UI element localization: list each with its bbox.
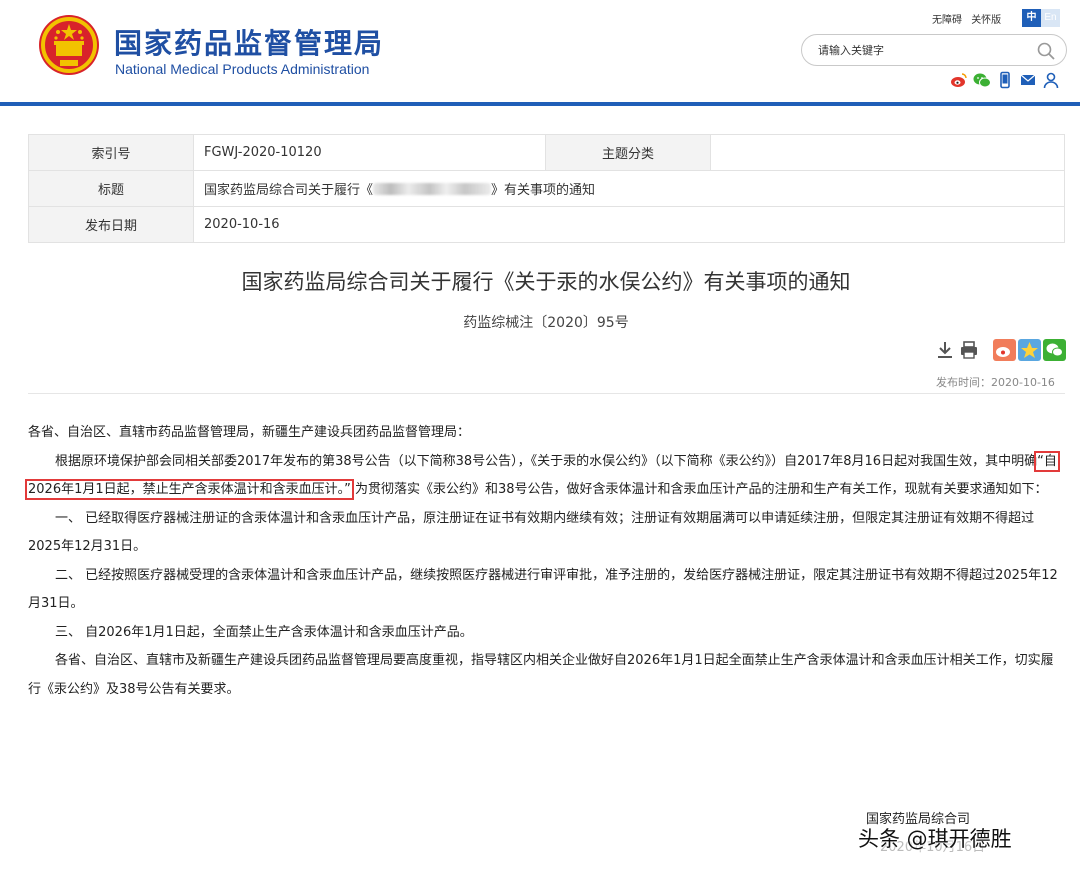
paragraph-1-start: 根据原环境保护部会同相关部委2017年发布的第38号公告（以下简称38号公告），…: [55, 453, 1038, 469]
table-row: 标题 国家药监局综合司关于履行《 》有关事项的通知: [28, 170, 1065, 207]
org-name-cn[interactable]: 国家药品监督管理局: [114, 22, 384, 62]
share-weibo-icon[interactable]: [993, 339, 1016, 361]
top-links: 无障碍 关怀版: [932, 11, 1007, 26]
list-item: 一、 已经取得医疗器械注册证的含汞体温计和含汞血压计产品，原注册证在证书有效期内…: [28, 510, 1035, 555]
share-qzone-icon[interactable]: [1018, 339, 1041, 361]
national-emblem-icon: [39, 15, 99, 75]
care-version-link[interactable]: 关怀版: [971, 15, 1001, 26]
publish-time: 发布时间：2020-10-16: [936, 376, 1055, 389]
site-header: 国家药品监督管理局 National Medical Products Admi…: [0, 0, 1080, 102]
document-meta-table: 索引号 FGWJ-2020-10120 主题分类 标题 国家药监局综合司关于履行…: [28, 134, 1065, 243]
user-icon[interactable]: [1042, 71, 1060, 89]
date-label: 发布日期: [28, 206, 194, 243]
wechat-icon[interactable]: [973, 71, 991, 89]
index-value: FGWJ-2020-10120: [193, 134, 546, 171]
share-wechat-icon[interactable]: [1043, 339, 1066, 361]
download-icon[interactable]: [935, 340, 955, 360]
index-label: 索引号: [28, 134, 194, 171]
table-row: 索引号 FGWJ-2020-10120 主题分类: [28, 134, 1065, 171]
document-title: 国家药监局综合司关于履行《关于汞的水俣公约》有关事项的通知: [241, 270, 851, 294]
language-switch: 中 En: [1022, 9, 1060, 27]
header-divider: [0, 102, 1080, 106]
lang-en-button[interactable]: En: [1041, 9, 1060, 27]
content-divider: [28, 393, 1065, 394]
list-item: 三、 自2026年1月1日起，全面禁止生产含汞体温计和含汞血压计产品。: [55, 624, 473, 640]
greeting: 各省、自治区、直辖市药品监督管理局，新疆生产建设兵团药品监督管理局：: [28, 425, 471, 440]
share-buttons: [993, 339, 1066, 361]
weibo-icon[interactable]: [950, 71, 968, 89]
document-tools: [935, 340, 979, 360]
org-name-en[interactable]: National Medical Products Administration: [115, 61, 369, 77]
lang-zh-button[interactable]: 中: [1022, 9, 1041, 27]
document-body: 各省、自治区、直辖市药品监督管理局，新疆生产建设兵团药品监督管理局： 根据原环境…: [25, 419, 1065, 704]
title-prefix: 国家药监局综合司关于履行《: [204, 183, 374, 198]
social-links: [950, 71, 1060, 89]
paragraph-1-end: 为贯彻落实《汞公约》和38号公告，做好含汞体温计和含汞血压计产品的注册和生产有关…: [355, 482, 1048, 497]
closing-paragraph: 各省、自治区、直辖市及新疆生产建设兵团药品监督管理局要高度重视，指导辖区内相关企…: [28, 653, 1054, 697]
mobile-icon[interactable]: [996, 71, 1014, 89]
paragraph-1: 根据原环境保护部会同相关部委2017年发布的第38号公告（以下简称38号公告），…: [25, 448, 1065, 505]
list-item: 二、 已经按照医疗器械受理的含汞体温计和含汞血压计产品，继续按照医疗器械进行审评…: [28, 567, 1058, 612]
search-input[interactable]: [818, 42, 1028, 59]
blurred-text: [373, 183, 492, 195]
date-value: 2020-10-16: [193, 206, 1065, 243]
print-icon[interactable]: [959, 340, 979, 360]
title-value: 国家药监局综合司关于履行《 》有关事项的通知: [193, 170, 1065, 207]
mail-icon[interactable]: [1019, 71, 1037, 89]
accessibility-link[interactable]: 无障碍: [932, 15, 962, 26]
watermark: 头条 @琪开德胜: [858, 827, 1012, 851]
title-label: 标题: [28, 170, 194, 207]
category-value: [710, 134, 1065, 171]
table-row: 发布日期 2020-10-16: [28, 206, 1065, 243]
category-label: 主题分类: [545, 134, 711, 171]
search-box: [801, 34, 1067, 66]
search-icon[interactable]: [1036, 41, 1056, 61]
document-number: 药监综械注〔2020〕95号: [463, 315, 629, 331]
title-suffix: 》有关事项的通知: [491, 183, 596, 198]
